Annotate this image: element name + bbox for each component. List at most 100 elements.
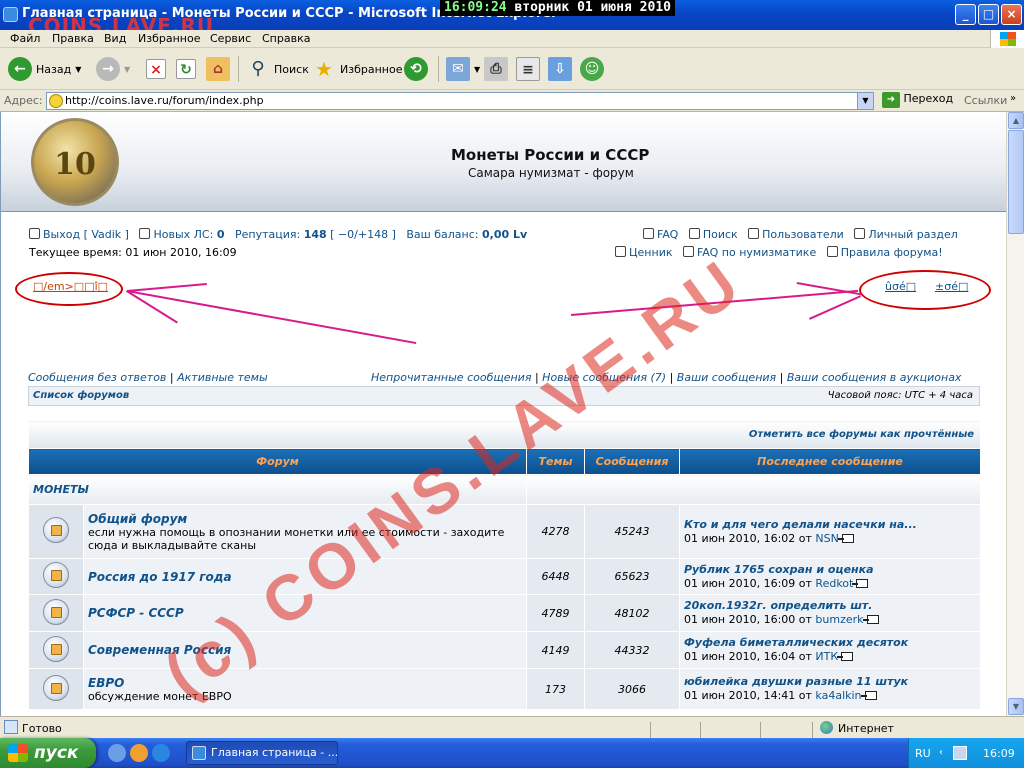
links-button[interactable]: Ссылки [964,94,1007,107]
faq-numis-icon [682,246,694,257]
page-icon [4,720,18,734]
logout-link[interactable]: Выход [ Vadik ] [43,228,129,241]
forum-name[interactable]: РСФСР - СССР [88,606,526,620]
goto-post-icon[interactable] [852,578,869,588]
network-icon[interactable] [953,746,967,760]
show-desktop-icon[interactable] [108,744,126,762]
chevron-right-icon[interactable]: » [1010,93,1016,104]
forum-name[interactable]: Общий форум [88,512,526,526]
last-post-user[interactable]: ИТК [815,650,838,663]
forum-name[interactable]: Россия до 1917 года [88,570,526,584]
new-pm-label: Новых ЛС: [153,228,214,241]
search-link[interactable]: Поиск [703,228,738,241]
menu-view[interactable]: Вид [104,32,126,45]
discuss-button[interactable]: ⇩ [548,54,572,84]
mark-read-link[interactable]: Отметить все форумы как прочтённые [749,429,974,440]
scroll-up-icon[interactable]: ▲ [1008,112,1024,129]
personal-icon [854,228,866,239]
garbled-link-left[interactable]: □/em>□□î□ [33,280,108,293]
home-button[interactable]: ⌂ [206,54,230,84]
scroll-thumb[interactable] [1008,130,1024,234]
start-button[interactable]: пуск [0,738,96,768]
last-post-user[interactable]: NSN [815,532,838,545]
lang-indicator[interactable]: RU [915,747,931,760]
price-link[interactable]: Ценник [629,246,672,259]
last-post-title[interactable]: Кто и для чего делали насечки на... [684,518,980,532]
menu-tools[interactable]: Сервис [210,32,251,45]
last-post-title[interactable]: 20коп.1932г. определить шт. [684,599,980,613]
rules-link[interactable]: Правила форума! [841,246,943,259]
media-player-icon[interactable] [130,744,148,762]
balance-label: Ваш баланс: [406,228,479,241]
forum-name[interactable]: ЕВРО [88,676,526,690]
vertical-scrollbar[interactable]: ▲ ▼ [1006,112,1024,716]
last-post-title[interactable]: юбилейка двушки разные 11 штук [684,675,980,689]
auction-posts-link[interactable]: Ваши сообщения в аукционах [787,371,962,384]
history-button[interactable]: ⟲ [404,54,428,84]
current-time: Текущее время: 01 июн 2010, 16:09 [29,246,237,259]
garbled-link-right-1[interactable]: ûσé□ [885,280,916,293]
stop-button[interactable]: × [146,54,166,84]
unread-link[interactable]: Непрочитанные сообщения [371,371,531,384]
discuss-icon: ⇩ [548,57,572,81]
new-posts-link[interactable]: Новые сообщения (7) [542,371,666,384]
category-coins[interactable]: МОНЕТЫ [28,474,527,505]
menu-help[interactable]: Справка [262,32,310,45]
menu-file[interactable]: Файл [10,32,40,45]
close-button[interactable]: × [1001,4,1022,25]
new-pm-link[interactable]: Новых ЛС: 0 [153,228,224,241]
users-link[interactable]: Пользователи [762,228,844,241]
your-posts-link[interactable]: Ваши сообщения [677,371,776,384]
mail-button[interactable]: ✉ ▼ [446,54,480,84]
last-post-title[interactable]: Рублик 1765 сохран и оценка [684,563,980,577]
forward-button[interactable]: → ▼ [96,54,130,84]
last-post-user[interactable]: bumzerk [815,613,863,626]
taskbar-ie-window[interactable]: Главная страница - ... [186,741,338,765]
no-answers-link[interactable]: Сообщения без ответов [28,371,166,384]
garbled-link-right-2[interactable]: ±σé□ [935,280,968,293]
menu-edit[interactable]: Правка [52,32,94,45]
topics-count: 6448 [526,558,585,595]
print-button[interactable]: ⎙ [484,54,508,84]
last-post-date: 01 июн 2010, 16:02 от [684,531,812,545]
messenger-button[interactable]: ☺ [580,54,604,84]
address-input[interactable]: http://coins.lave.ru/forum/index.php ▼ [46,92,874,110]
go-button[interactable]: ➜ Переход [882,92,953,108]
goto-post-icon[interactable] [860,691,877,700]
chevron-down-icon[interactable]: ▼ [857,93,873,109]
active-topics-link[interactable]: Активные темы [177,371,268,384]
minimize-button[interactable]: _ [955,4,976,25]
last-post-title[interactable]: Фуфела биметаллических десяток [684,636,980,650]
search-button[interactable]: ⚲ Поиск [246,54,308,84]
ie-quicklaunch-icon[interactable] [152,744,170,762]
users-icon [748,228,760,239]
last-post-user[interactable]: ka4alkin [815,689,861,702]
separator: | [669,371,674,384]
faq-link[interactable]: FAQ [657,228,678,241]
edit-button[interactable]: ≡ [516,54,540,84]
nav-links-left: Сообщения без ответов | Активные темы [28,371,268,384]
chevron-down-icon: ▼ [474,64,481,74]
favorites-button[interactable]: ★ Избранное [312,54,402,84]
annotation-arrow-left-head-1 [127,283,207,292]
reputation-link[interactable]: Репутация: 148 [ −0/+148 ] [235,228,396,241]
goto-post-icon[interactable] [862,615,879,624]
personal-link[interactable]: Личный раздел [868,228,957,241]
last-post-user[interactable]: Redkot [815,577,853,590]
goto-post-icon[interactable] [837,533,854,543]
faq-numis-link[interactable]: FAQ по нумизматике [697,246,816,259]
menu-bar: Файл Правка Вид Избранное Сервис Справка [0,30,1024,48]
goto-post-icon[interactable] [837,652,854,661]
forum-name[interactable]: Современная Россия [88,643,526,657]
back-button[interactable]: ← Назад ▼ [8,54,81,84]
menu-favorites[interactable]: Избранное [138,32,200,45]
status-bar: Готово Интернет [0,716,1024,740]
scroll-down-icon[interactable]: ▼ [1008,698,1024,715]
maximize-button[interactable]: □ [978,4,999,25]
refresh-button[interactable]: ↻ [176,54,196,84]
price-icon [615,246,626,257]
chevron-left-icon[interactable]: ‹ [939,747,943,758]
topics-count: 173 [526,668,585,710]
last-post-date: 01 июн 2010, 14:41 от [684,689,812,702]
forum-list-link[interactable]: Список форумов [33,390,129,401]
